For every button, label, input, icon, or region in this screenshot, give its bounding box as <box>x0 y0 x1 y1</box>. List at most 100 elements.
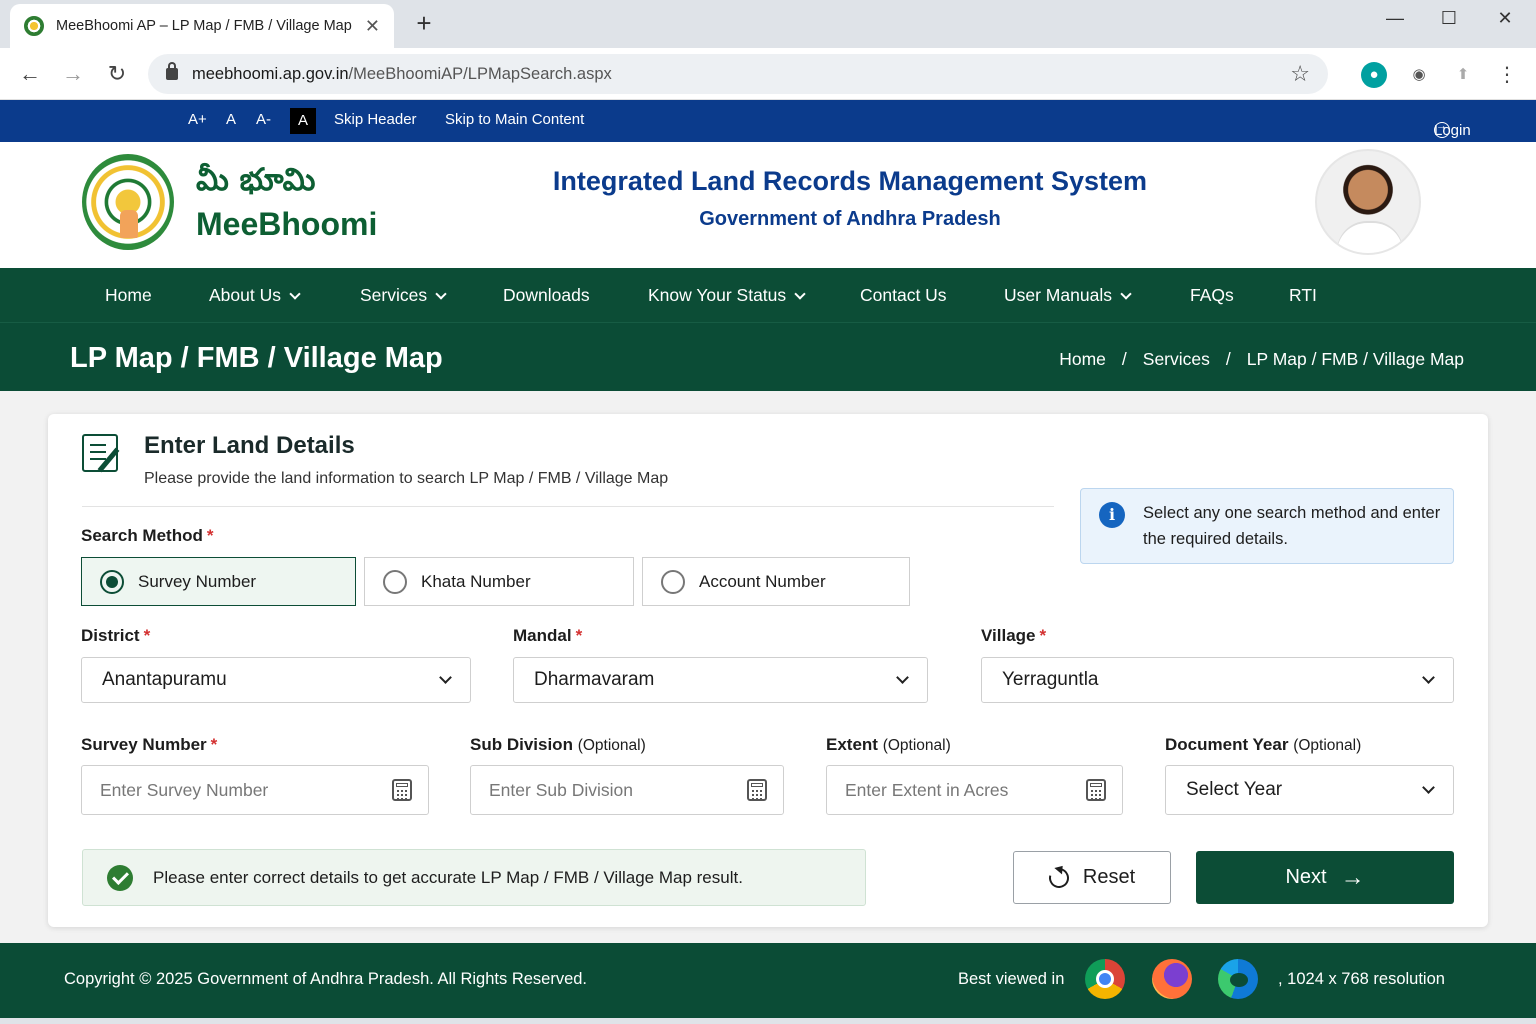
best-viewed-text: Best viewed in <box>958 970 1065 988</box>
font-increase-button[interactable]: A+ <box>188 111 207 128</box>
ap-emblem-logo[interactable] <box>82 154 174 250</box>
chevron-down-icon <box>1120 288 1132 300</box>
village-value: Yerraguntla <box>1002 669 1099 690</box>
lock-icon[interactable] <box>166 62 178 80</box>
back-icon[interactable]: ← <box>14 58 46 90</box>
skip-header-link[interactable]: Skip Header <box>334 111 417 128</box>
radio-account-number[interactable]: Account Number <box>642 557 910 606</box>
browser-tab[interactable]: MeeBhoomi AP – LP Map / FMB / Village Ma… <box>10 4 394 48</box>
required-mark: * <box>1039 626 1047 645</box>
new-tab-button[interactable]: + <box>408 8 440 40</box>
minimize-icon[interactable]: — <box>1380 8 1410 29</box>
chief-minister-portrait <box>1315 149 1421 255</box>
breadcrumb-separator: / <box>1225 349 1231 369</box>
browser-toolbar: ← → ↻ meebhoomi.ap.gov.in /MeeBhoomiAP/L… <box>0 48 1536 100</box>
logo-telugu-text: మీ భూమి <box>196 162 316 198</box>
tab-title: MeeBhoomi AP – LP Map / FMB / Village Ma… <box>56 18 352 34</box>
survey-number-field[interactable] <box>81 765 429 815</box>
close-window-icon[interactable]: ✕ <box>1490 8 1520 29</box>
profile-icon[interactable]: ● <box>1361 62 1387 88</box>
required-mark: * <box>575 626 583 645</box>
document-year-label: Document Year (Optional) <box>1165 735 1362 754</box>
breadcrumb-services[interactable]: Services <box>1143 349 1210 370</box>
resolution-text: , 1024 x 768 resolution <box>1278 970 1445 988</box>
extension-icon[interactable]: ⬆ <box>1450 62 1476 88</box>
card-subtitle: Please provide the land information to s… <box>144 470 669 487</box>
bookmark-star-icon[interactable]: ☆ <box>1290 61 1310 87</box>
chrome-icon <box>1085 959 1125 999</box>
required-mark: * <box>206 526 214 545</box>
chevron-down-icon <box>1422 670 1435 684</box>
nav-contact-us[interactable]: Contact Us <box>860 285 947 306</box>
main-nav: Home About Us Services Downloads Know Yo… <box>0 268 1536 322</box>
radio-label: Survey Number <box>138 571 257 591</box>
chevron-down-icon <box>289 288 301 300</box>
info-text: Select any one search method and enter t… <box>1143 504 1441 548</box>
breadcrumb: Home / Services / LP Map / FMB / Village… <box>1059 349 1464 370</box>
radio-unselected-icon <box>383 569 407 594</box>
sub-division-label: Sub Division (Optional) <box>470 735 646 754</box>
site-footer: Copyright © 2025 Government of Andhra Pr… <box>0 943 1536 1018</box>
chevron-down-icon <box>896 670 909 684</box>
mandal-select[interactable]: Dharmavaram <box>513 657 928 703</box>
village-select[interactable]: Yerraguntla <box>981 657 1454 703</box>
nav-about-us[interactable]: About Us <box>209 285 301 306</box>
forward-icon[interactable]: → <box>57 58 89 90</box>
extent-label: Extent (Optional) <box>826 735 951 754</box>
copyright-text: Copyright © 2025 Government of Andhra Pr… <box>64 970 588 988</box>
address-bar[interactable]: meebhoomi.ap.gov.in /MeeBhoomiAP/LPMapSe… <box>148 54 1328 94</box>
refresh-icon <box>1045 863 1073 892</box>
font-normal-button[interactable]: A <box>226 111 236 128</box>
extent-input[interactable] <box>845 779 1086 801</box>
high-contrast-button[interactable]: A <box>290 108 316 134</box>
radio-survey-number[interactable]: Survey Number <box>81 557 356 606</box>
info-icon: i <box>1099 502 1125 528</box>
district-label: District * <box>81 626 151 645</box>
nav-rti[interactable]: RTI <box>1289 285 1317 306</box>
maximize-icon[interactable]: ☐ <box>1434 8 1464 29</box>
sub-division-field[interactable] <box>470 765 784 815</box>
extent-field[interactable] <box>826 765 1123 815</box>
next-button[interactable]: Next → <box>1196 851 1454 904</box>
required-mark: * <box>143 626 151 645</box>
incognito-icon[interactable]: ◉ <box>1406 62 1432 88</box>
breadcrumb-home[interactable]: Home <box>1059 349 1106 370</box>
calculator-icon[interactable] <box>392 779 412 801</box>
sub-division-input[interactable] <box>489 779 747 801</box>
accessibility-bar: A+ A A- A Skip Header Skip to Main Conte… <box>0 100 1536 142</box>
nav-services[interactable]: Services <box>360 285 447 306</box>
radio-label: Khata Number <box>421 571 531 591</box>
site-header: మీ భూమి MeeBhoomi Integrated Land Record… <box>0 142 1536 268</box>
system-subtitle: Government of Andhra Pradesh <box>699 208 1001 230</box>
survey-number-input[interactable] <box>100 779 392 801</box>
menu-dots-icon[interactable]: ⋮ <box>1494 62 1520 88</box>
required-mark: * <box>210 735 218 754</box>
district-select[interactable]: Anantapuramu <box>81 657 471 703</box>
radio-selected-icon <box>100 569 124 594</box>
radio-unselected-icon <box>661 569 685 594</box>
url-path: /MeeBhoomiAP/LPMapSearch.aspx <box>348 64 612 83</box>
logo-text[interactable]: MeeBhoomi <box>196 206 377 243</box>
radio-khata-number[interactable]: Khata Number <box>364 557 634 606</box>
system-title: Integrated Land Records Management Syste… <box>552 166 1148 196</box>
land-details-card: Enter Land Details Please provide the la… <box>48 414 1488 927</box>
info-box: i Select any one search method and enter… <box>1080 488 1454 564</box>
chevron-down-icon <box>794 288 806 300</box>
calculator-icon[interactable] <box>747 779 767 801</box>
reset-button[interactable]: Reset <box>1013 851 1171 904</box>
reload-icon[interactable]: ↻ <box>101 58 133 90</box>
window-bottom-edge <box>0 1018 1536 1024</box>
document-year-value: Select Year <box>1186 779 1283 800</box>
nav-faqs[interactable]: FAQs <box>1190 285 1234 306</box>
nav-know-your-status[interactable]: Know Your Status <box>648 285 806 306</box>
nav-user-manuals[interactable]: User Manuals <box>1004 285 1132 306</box>
document-year-select[interactable]: Select Year <box>1165 765 1454 815</box>
calculator-icon[interactable] <box>1086 779 1106 801</box>
nav-downloads[interactable]: Downloads <box>503 285 590 306</box>
skip-main-link[interactable]: Skip to Main Content <box>445 111 584 128</box>
font-decrease-button[interactable]: A- <box>256 111 271 128</box>
nav-home[interactable]: Home <box>105 285 152 306</box>
mandal-label: Mandal * <box>513 626 583 645</box>
chevron-down-icon <box>439 670 452 684</box>
tab-close-icon[interactable]: ✕ <box>365 16 380 37</box>
